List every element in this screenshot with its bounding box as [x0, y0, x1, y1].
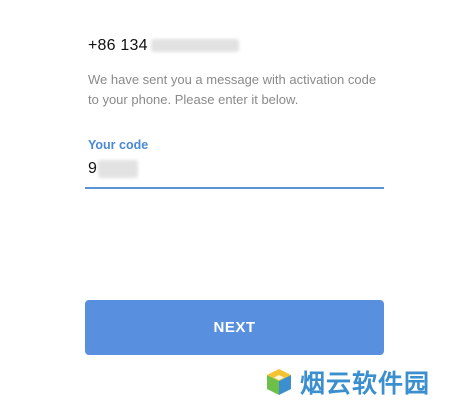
phone-number: +86 134 [88, 37, 239, 55]
code-value-text: 9 [88, 160, 97, 178]
phone-number-text: +86 134 [88, 37, 148, 54]
next-button-label: NEXT [213, 319, 256, 336]
code-redaction [97, 160, 138, 178]
activation-message: We have sent you a message with activati… [88, 72, 377, 107]
watermark-text: 烟云软件园 [300, 368, 431, 398]
code-label: Your code [88, 138, 149, 152]
next-button[interactable]: NEXT [85, 300, 384, 355]
code-input[interactable]: 9 [85, 155, 384, 189]
watermark: 烟云软件园 [258, 358, 455, 405]
phone-redaction [150, 39, 239, 53]
code-input-value: 9 [88, 160, 138, 178]
cube-logo-icon [267, 368, 291, 395]
